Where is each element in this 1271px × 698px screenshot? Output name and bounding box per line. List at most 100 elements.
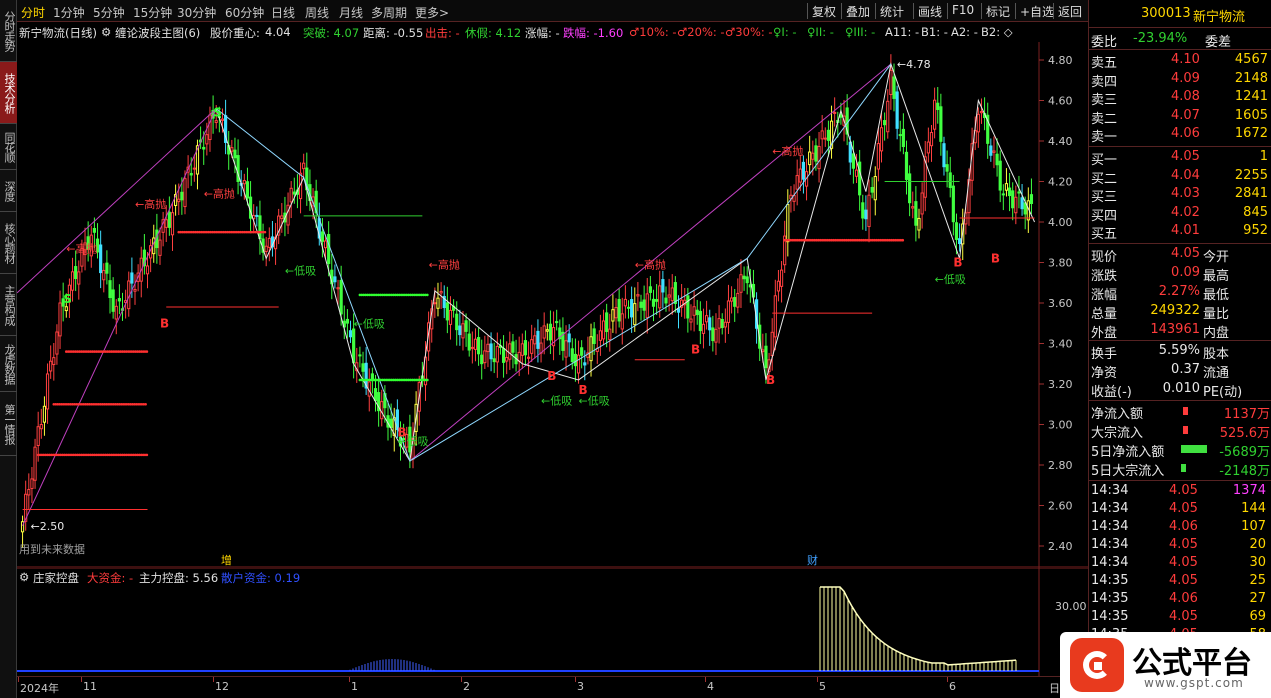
toolbar-button-1[interactable]: 叠加 bbox=[841, 3, 870, 19]
subchart-title[interactable]: 庄家控盘 bbox=[33, 570, 79, 586]
candle-body bbox=[733, 297, 737, 307]
period-tab-9[interactable]: 多周期 bbox=[371, 4, 407, 21]
buy-marker: B bbox=[953, 256, 962, 270]
candle-body bbox=[864, 209, 868, 220]
order-volume: 1605 bbox=[1234, 107, 1268, 123]
left-tab-1[interactable]: 技术分析 bbox=[0, 62, 17, 124]
candle-body bbox=[761, 349, 765, 353]
control-line bbox=[820, 586, 1017, 666]
candle-body bbox=[942, 143, 946, 168]
event-marker: 增 bbox=[221, 553, 232, 567]
candle-body bbox=[302, 162, 306, 170]
candle-body bbox=[545, 329, 549, 332]
stat-value: 143961 bbox=[1150, 322, 1200, 337]
candle-body bbox=[167, 211, 171, 228]
candle-body bbox=[820, 130, 824, 140]
candle-body bbox=[995, 153, 999, 166]
candle-body bbox=[723, 321, 727, 328]
divider bbox=[1089, 400, 1271, 401]
period-tab-4[interactable]: 30分钟 bbox=[177, 4, 216, 21]
x-tick-label: 4 bbox=[707, 680, 714, 693]
candle-body bbox=[102, 269, 106, 281]
signal-annotation: ←高抛 bbox=[429, 258, 460, 272]
order-volume: 1672 bbox=[1234, 126, 1268, 141]
stat-row: 总量 249322 量比 bbox=[1089, 302, 1271, 322]
toolbar-button-6[interactable]: +自选 bbox=[1015, 3, 1054, 19]
left-tab-7[interactable]: 第一情报 bbox=[0, 392, 17, 456]
tick-row: 14:34 4.05 144 bbox=[1089, 500, 1271, 519]
left-tab-4[interactable]: 核心题材 bbox=[0, 212, 17, 274]
stat-row: 现价 4.05 今开 bbox=[1089, 245, 1271, 265]
order-label: 买四 bbox=[1091, 208, 1118, 224]
candle-body bbox=[1001, 193, 1005, 196]
toolbar-button-0[interactable]: 复权 bbox=[807, 3, 836, 19]
buy-marker: B bbox=[991, 252, 1000, 266]
signal-annotation: ←低吸 bbox=[935, 273, 966, 286]
tick-time: 14:35 bbox=[1091, 609, 1129, 624]
candle-body bbox=[817, 145, 821, 170]
candle-body bbox=[823, 137, 827, 140]
candle-body bbox=[786, 204, 790, 243]
buy-marker: B bbox=[766, 373, 775, 387]
candle-body bbox=[592, 328, 596, 344]
indicator-settings-icon[interactable]: ⚙ bbox=[101, 25, 111, 39]
tick-volume: 144 bbox=[1241, 501, 1266, 516]
p30-value: ♂30%: - bbox=[725, 25, 773, 39]
indicator-name[interactable]: 缠论波段主图(6) bbox=[115, 25, 200, 41]
candle-body bbox=[779, 269, 784, 287]
candle-body bbox=[99, 244, 103, 274]
toolbar-button-5[interactable]: 标记 bbox=[981, 3, 1010, 19]
candle-body bbox=[936, 102, 940, 110]
candle-body bbox=[64, 306, 68, 312]
toolbar-button-2[interactable]: 统计 bbox=[875, 3, 904, 19]
left-tab-6[interactable]: 龙虎数据 bbox=[0, 336, 17, 392]
order-volume: 4567 bbox=[1234, 52, 1268, 67]
flow-row: 净流入额 1137万 bbox=[1089, 402, 1271, 422]
period-tab-7[interactable]: 周线 bbox=[305, 4, 329, 21]
candle-body bbox=[523, 340, 528, 356]
period-tab-10[interactable]: 更多> bbox=[415, 4, 449, 21]
candle-body bbox=[189, 172, 193, 176]
candle-body bbox=[708, 317, 712, 331]
left-tab-2[interactable]: 同花顺 bbox=[0, 124, 17, 170]
order-label: 买一 bbox=[1091, 153, 1118, 168]
tick-price: 4.05 bbox=[1169, 573, 1198, 588]
period-tab-5[interactable]: 60分钟 bbox=[225, 4, 264, 21]
candle-body bbox=[526, 356, 531, 359]
period-tab-8[interactable]: 月线 bbox=[339, 4, 363, 21]
candle-body bbox=[242, 180, 246, 185]
order-volume: 1241 bbox=[1234, 89, 1268, 104]
toolbar-button-7[interactable]: 返回 bbox=[1053, 3, 1082, 19]
period-tab-6[interactable]: 日线 bbox=[271, 4, 295, 21]
candle-body bbox=[92, 227, 96, 233]
candle-body bbox=[726, 300, 731, 323]
candle-body bbox=[870, 186, 874, 193]
candle-body bbox=[158, 239, 162, 256]
period-tab-3[interactable]: 15分钟 bbox=[133, 4, 172, 21]
y-tick-label: 4.40 bbox=[1048, 135, 1073, 148]
candle-body bbox=[445, 302, 449, 321]
x-tick-mark bbox=[349, 677, 350, 682]
toolbar-button-3[interactable]: 画线 bbox=[913, 3, 942, 19]
x-tick-mark bbox=[213, 677, 214, 682]
candle-body bbox=[70, 271, 75, 291]
stat-row: 换手 5.59% 股本 bbox=[1089, 342, 1271, 362]
subchart-settings-icon[interactable]: ⚙ bbox=[19, 570, 29, 584]
period-tab-1[interactable]: 1分钟 bbox=[53, 4, 85, 21]
left-tab-5[interactable]: 主营构成 bbox=[0, 274, 17, 336]
toolbar-button-4[interactable]: F10 bbox=[947, 3, 974, 19]
candle-body bbox=[520, 343, 524, 356]
order-book-row: 卖二 4.07 1605 bbox=[1089, 107, 1271, 127]
left-tab-3[interactable]: 深度F9 bbox=[0, 170, 17, 212]
low-price-label: ←2.50 bbox=[31, 520, 65, 533]
center-label: 股价重心: bbox=[210, 26, 260, 40]
period-tab-0[interactable]: 分时 bbox=[21, 4, 45, 21]
candle-body bbox=[798, 168, 802, 183]
left-tab-0[interactable]: 分时走势 bbox=[0, 0, 17, 62]
tick-time: 14:34 bbox=[1091, 519, 1129, 534]
period-tab-2[interactable]: 5分钟 bbox=[93, 4, 125, 21]
candle-body bbox=[951, 185, 955, 223]
tick-row: 14:35 4.05 69 bbox=[1089, 608, 1271, 627]
candlestick-chart[interactable]: 4.80 4.60 4.40 4.20 4.00 3.80 3.60 3.40 3.20 3.00… bbox=[17, 42, 1088, 568]
x-tick-mark bbox=[817, 677, 818, 682]
